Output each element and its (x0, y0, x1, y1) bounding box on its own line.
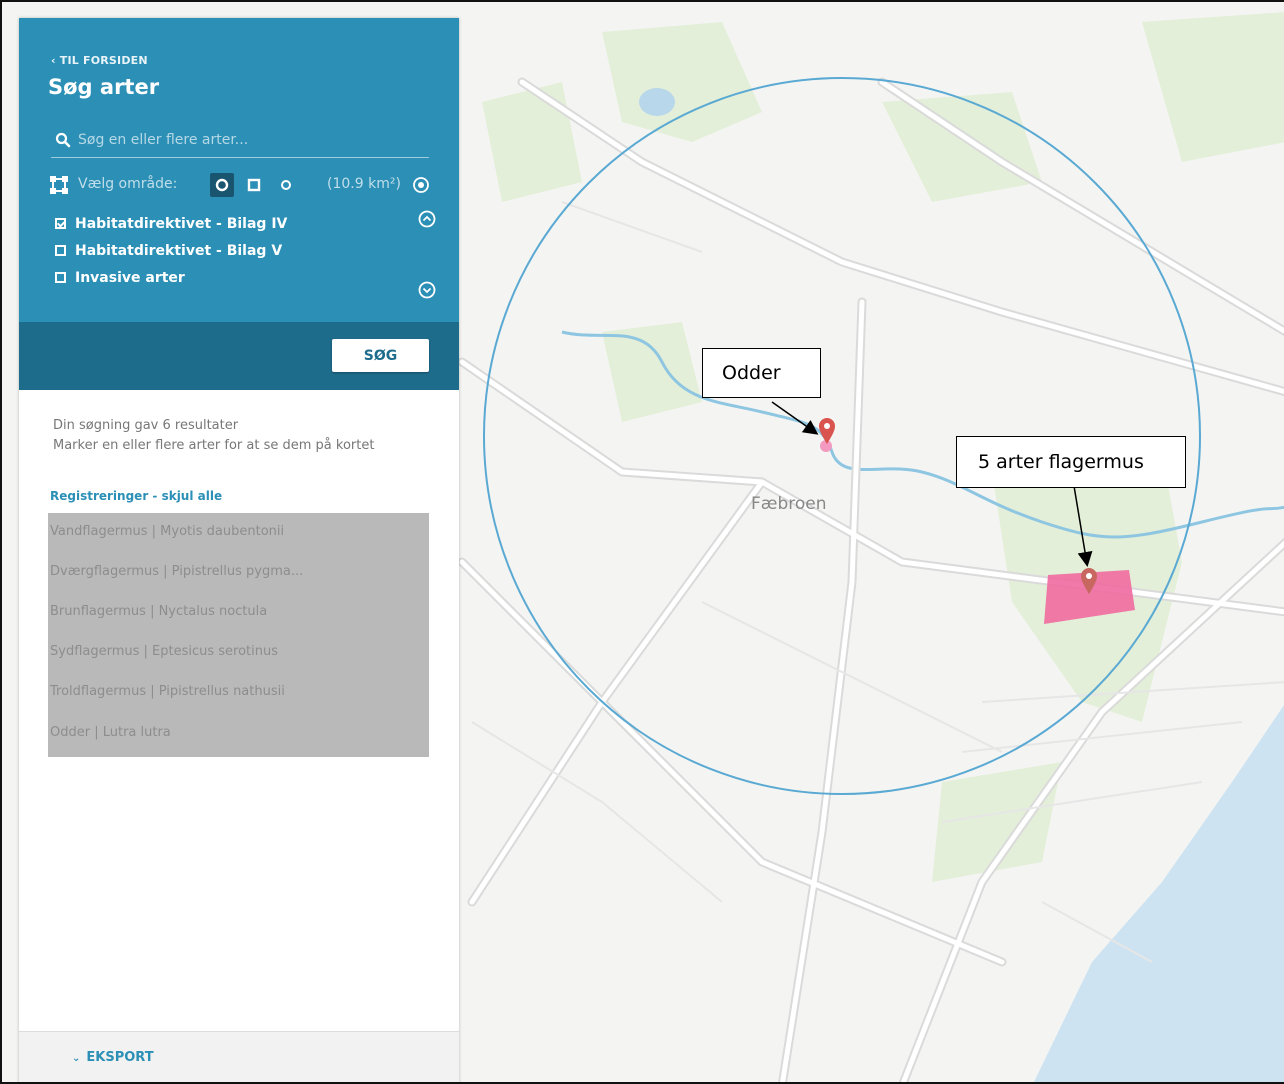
checkbox-checked[interactable] (55, 218, 66, 229)
list-item[interactable]: Brunflagermus | Nyctalus noctula (50, 604, 267, 619)
filter-label: Habitatdirektivet - Bilag IV (75, 216, 288, 232)
list-item[interactable]: Odder | Lutra lutra (50, 725, 171, 740)
filter-label: Invasive arter (75, 270, 185, 286)
checkbox[interactable] (55, 272, 66, 283)
species-search[interactable] (51, 126, 429, 158)
export-label: EKSPORT (86, 1050, 154, 1065)
circle-shape-button[interactable] (210, 173, 234, 197)
clear-area-icon[interactable] (412, 176, 430, 194)
list-item[interactable]: Troldflagermus | Pipistrellus nathusii (50, 684, 285, 699)
expand-down-icon[interactable] (418, 281, 436, 299)
page-title: Søg arter (48, 75, 160, 99)
point-shape-icon (281, 180, 291, 190)
sidebar-header: ‹ TIL FORSIDEN Søg arter Vælg område: (19, 18, 459, 322)
screenshot-frame: Fæbroen Odder 5 arter flagermus ‹ TIL FO… (0, 0, 1284, 1084)
odder-callout: Odder (702, 348, 821, 398)
back-to-frontpage-link[interactable]: ‹ TIL FORSIDEN (51, 54, 148, 67)
list-item[interactable]: Vandflagermus | Myotis daubentonii (50, 524, 284, 539)
result-count: Din søgning gav 6 resultater (53, 418, 239, 433)
filter-bilag-v[interactable]: Habitatdirektivet - Bilag V (55, 243, 282, 259)
sidebar: ‹ TIL FORSIDEN Søg arter Vælg område: (19, 18, 459, 1082)
filter-bilag-iv[interactable]: Habitatdirektivet - Bilag IV (55, 216, 287, 232)
square-shape-button[interactable] (242, 173, 266, 197)
list-item[interactable]: Sydflagermus | Eptesicus serotinus (50, 644, 278, 659)
area-select-icon (50, 176, 68, 194)
collapse-up-icon[interactable] (418, 210, 436, 228)
registrations-list: Vandflagermus | Myotis daubentonii Dværg… (48, 513, 429, 757)
export-bar[interactable]: ⌄ EKSPORT (19, 1031, 459, 1082)
place-label: Fæbroen (751, 494, 827, 514)
point-shape-button[interactable] (274, 173, 298, 197)
registrations-toggle[interactable]: Registreringer - skjul alle (50, 489, 222, 503)
bat-callout: 5 arter flagermus (956, 436, 1186, 488)
checkbox[interactable] (55, 245, 66, 256)
search-button[interactable]: SØG (332, 339, 429, 372)
chevron-down-icon: ⌄ (72, 1053, 81, 1064)
result-hint: Marker en eller flere arter for at se de… (53, 438, 375, 453)
filter-invasive[interactable]: Invasive arter (55, 270, 185, 286)
filter-label: Habitatdirektivet - Bilag V (75, 243, 283, 259)
search-icon (55, 132, 71, 148)
square-shape-icon (247, 178, 261, 192)
list-item[interactable]: Dværgflagermus | Pipistrellus pygma... (50, 564, 303, 579)
export-button[interactable]: ⌄ EKSPORT (72, 1050, 154, 1065)
species-search-input[interactable] (78, 128, 418, 152)
area-selector: Vælg område: (10.9 km²) (50, 173, 434, 197)
circle-shape-icon (215, 178, 229, 192)
area-label: Vælg område: (78, 176, 178, 192)
area-size: (10.9 km²) (327, 176, 401, 192)
